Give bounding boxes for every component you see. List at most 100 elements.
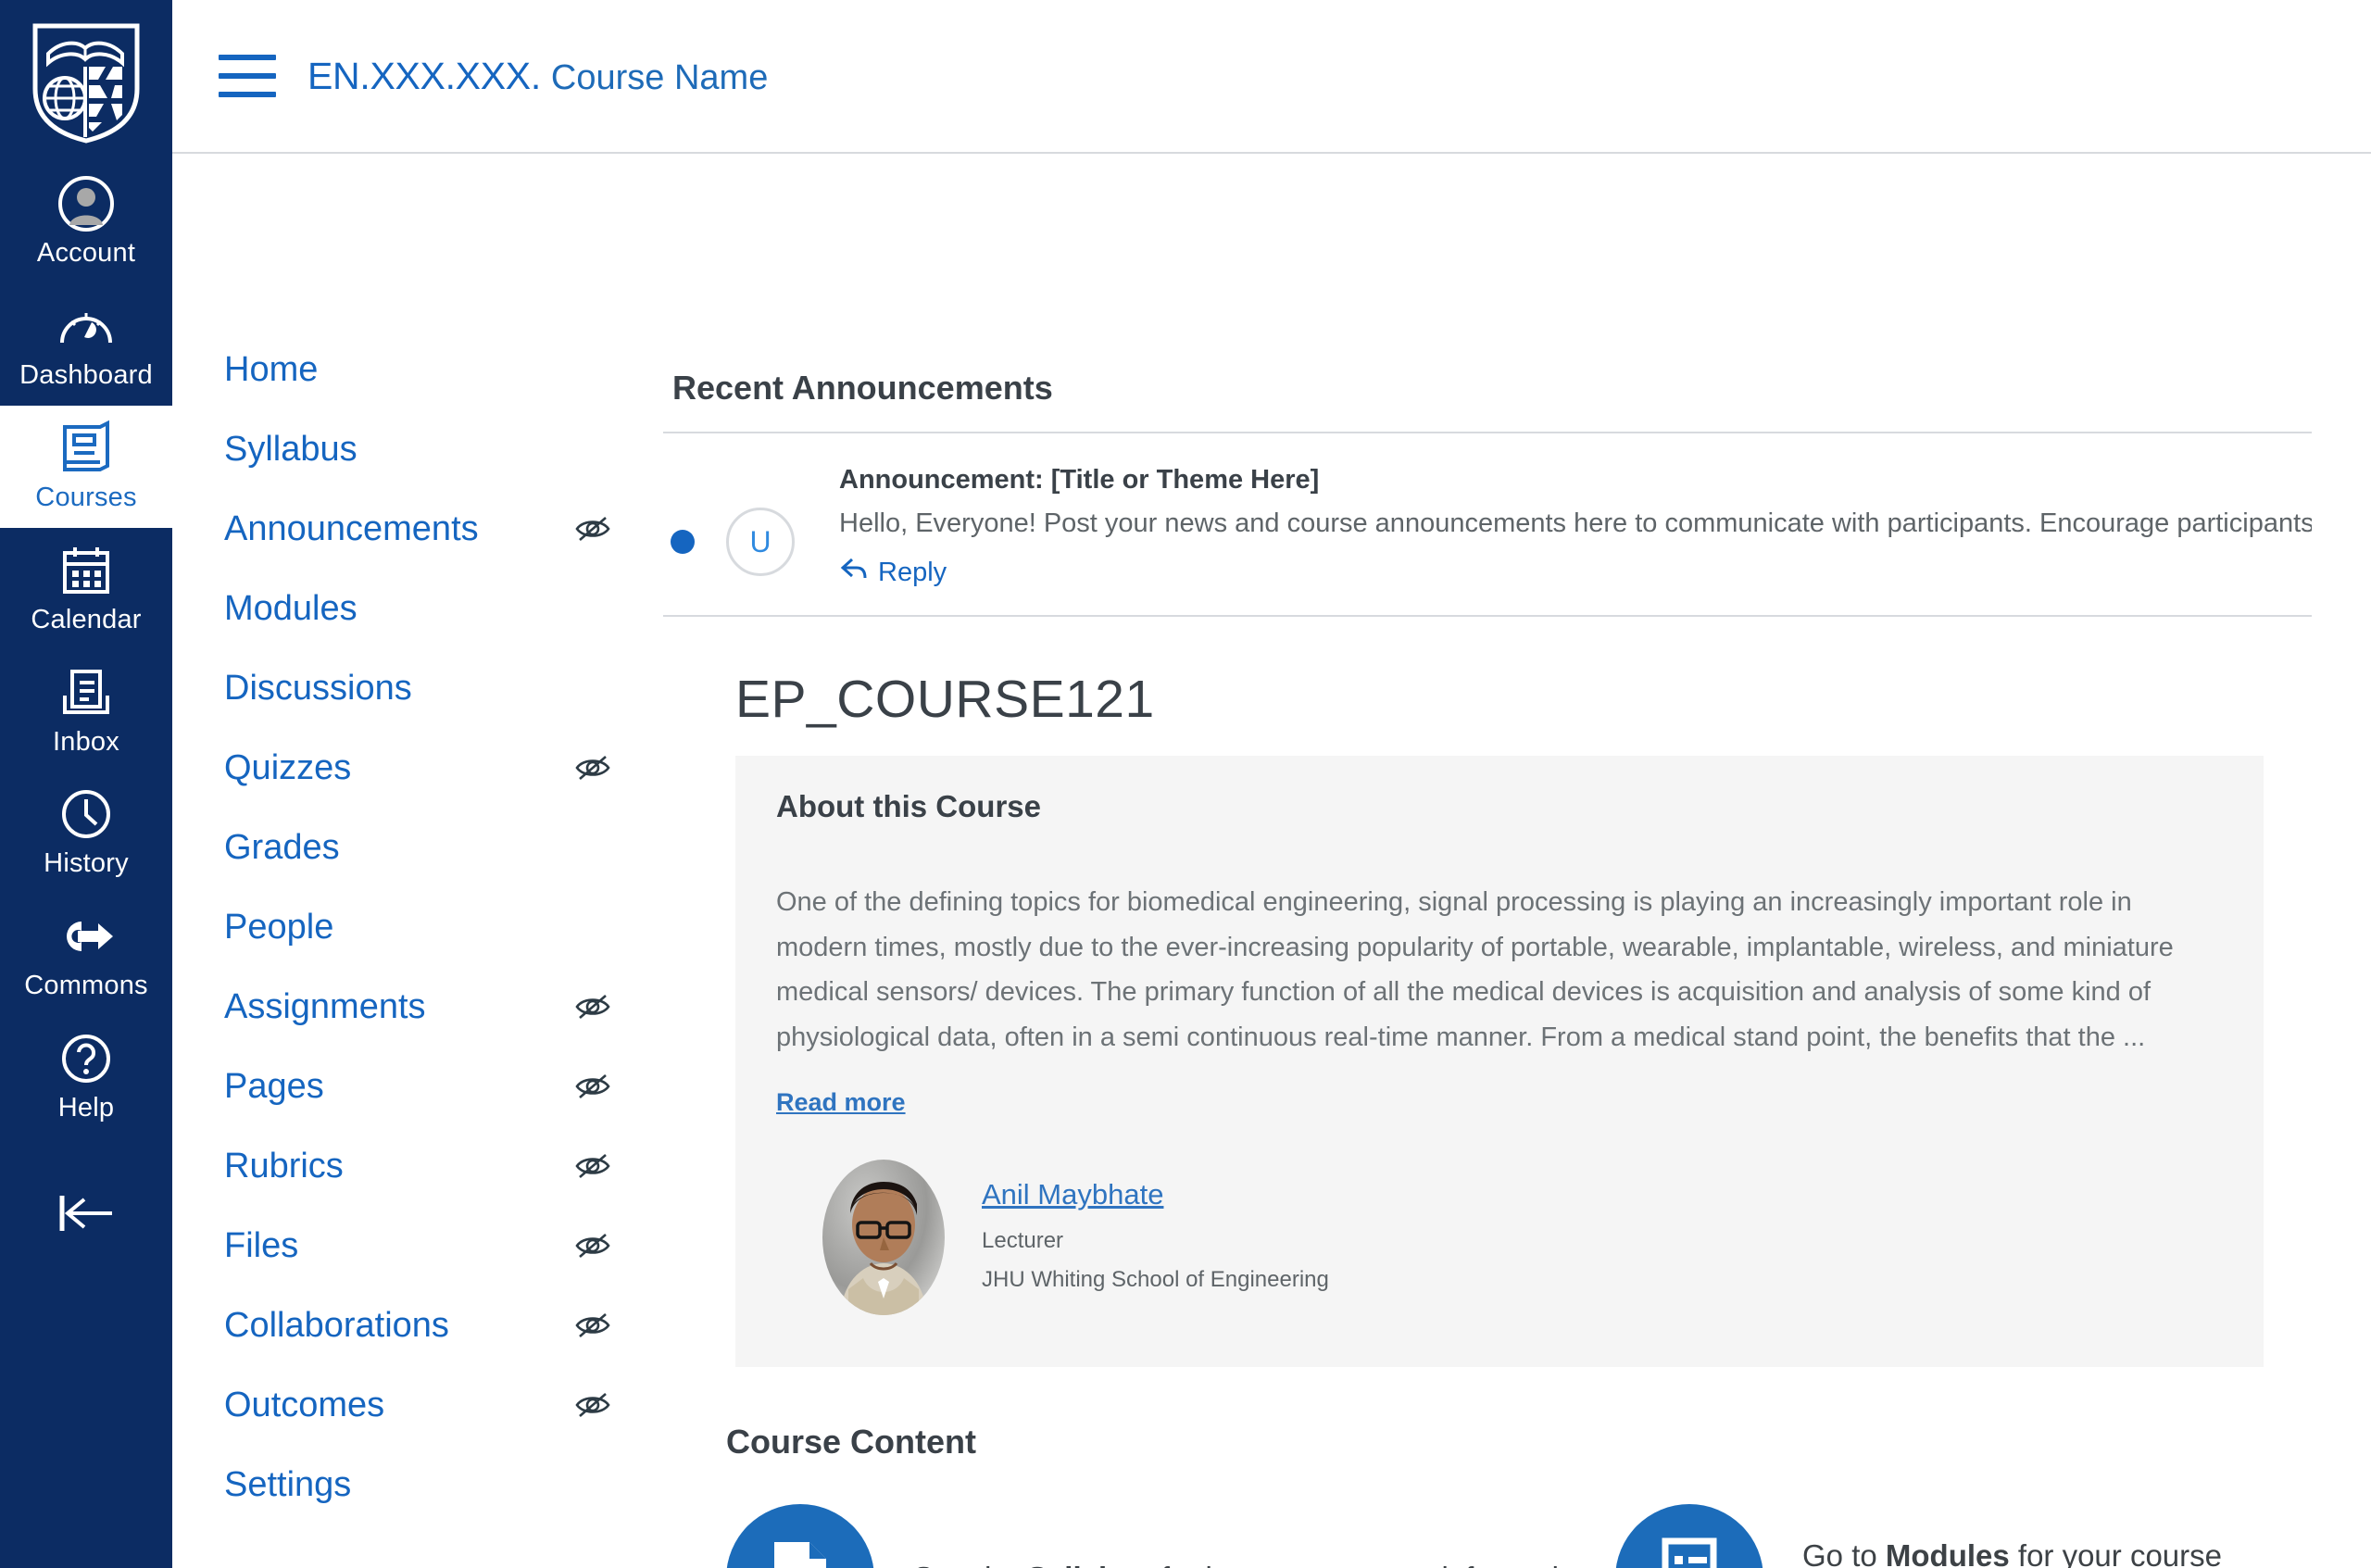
card-text-bold: Syllabus	[1027, 1561, 1153, 1568]
johns-hopkins-shield-logo[interactable]	[0, 13, 172, 161]
course-nav-label: Home	[224, 349, 319, 389]
course-nav-item-announcements[interactable]: Announcements	[172, 489, 663, 569]
eye-off-icon	[574, 1150, 611, 1182]
instructor-role: Lecturer	[982, 1227, 1064, 1253]
course-navigation: Home Syllabus Announcements Modules Disc…	[172, 154, 663, 1568]
announcement-subject: Announcement: [Title or Theme Here]	[839, 465, 1320, 495]
course-nav-label: Pages	[224, 1066, 324, 1106]
about-heading: About this Course	[776, 789, 1041, 823]
course-content-card-syllabus[interactable]: See the Syllabus for important course in…	[726, 1503, 1615, 1568]
instructor-card: Anil Maybhate Lecturer JHU Whiting Schoo…	[822, 1159, 2223, 1315]
announcement-excerpt: Hello, Everyone! Post your news and cour…	[839, 508, 2312, 538]
course-nav-label: Outcomes	[224, 1385, 385, 1424]
collapse-left-arrow-icon[interactable]	[0, 1181, 172, 1255]
course-nav-label: Rubrics	[224, 1146, 344, 1185]
course-nav-label: Assignments	[224, 986, 426, 1026]
content-row: Home Syllabus Announcements Modules Disc…	[172, 154, 2371, 1568]
announcement-row[interactable]: U Announcement: [Title or Theme Here] He…	[663, 433, 2312, 617]
global-nav-item-dashboard[interactable]: Dashboard	[0, 283, 172, 406]
hamburger-menu-icon[interactable]	[219, 55, 276, 97]
announcement-body: Announcement: [Title or Theme Here] Hell…	[839, 465, 2312, 589]
course-nav-item-quizzes[interactable]: Quizzes	[172, 728, 663, 808]
card-text-suffix: for important course information.	[1153, 1561, 1601, 1568]
course-nav-item-assignments[interactable]: Assignments	[172, 967, 663, 1047]
question-circle-icon	[59, 1029, 113, 1088]
card-text-prefix: Go to	[1802, 1538, 1886, 1568]
page-title: EP_COURSE121	[735, 670, 1155, 729]
eye-off-icon	[574, 1389, 611, 1421]
course-content-heading: Course Content	[726, 1422, 976, 1461]
breadcrumb-course-code[interactable]: EN.XXX.XXX.	[307, 55, 541, 98]
global-nav-item-history[interactable]: History	[0, 771, 172, 894]
global-nav-item-help[interactable]: Help	[0, 1016, 172, 1138]
card-text-bold: Modules	[1885, 1538, 2010, 1568]
course-content-card-modules[interactable]: Go to Modules for your course content an…	[1615, 1503, 2312, 1568]
course-nav-item-discussions[interactable]: Discussions	[172, 648, 663, 728]
top-bar: EN.XXX.XXX. Course Name	[172, 0, 2371, 154]
read-more-link[interactable]: Read more	[776, 1088, 906, 1117]
reply-arrow-icon	[839, 556, 869, 589]
eye-off-icon	[574, 1230, 611, 1261]
user-avatar-icon	[56, 174, 116, 233]
global-nav-item-commons[interactable]: Commons	[0, 894, 172, 1016]
course-content-cards: See the Syllabus for important course in…	[663, 1503, 2312, 1568]
clock-icon	[59, 784, 113, 844]
instructor-department: JHU Whiting School of Engineering	[982, 1266, 1329, 1292]
course-nav-label: Collaborations	[224, 1305, 449, 1345]
course-nav-item-files[interactable]: Files	[172, 1206, 663, 1286]
unread-indicator-dot	[671, 530, 695, 554]
document-page-icon	[726, 1503, 874, 1568]
about-body-text: One of the defining topics for biomedica…	[776, 887, 2174, 1053]
course-nav-item-outcomes[interactable]: Outcomes	[172, 1365, 663, 1445]
global-nav-label: Courses	[35, 482, 137, 512]
global-nav-item-courses[interactable]: Courses	[0, 405, 172, 528]
course-nav-label: Settings	[224, 1464, 352, 1504]
course-nav-item-collaborations[interactable]: Collaborations	[172, 1286, 663, 1365]
course-nav-item-people[interactable]: People	[172, 887, 663, 967]
global-nav-label: Dashboard	[19, 359, 153, 390]
course-nav-item-syllabus[interactable]: Syllabus	[172, 409, 663, 489]
recent-announcements-heading: Recent Announcements	[672, 369, 1053, 407]
global-nav-label: Help	[57, 1093, 115, 1123]
breadcrumb: EN.XXX.XXX. Course Name	[307, 55, 768, 98]
course-nav-label: Discussions	[224, 668, 412, 708]
global-nav-label: Calendar	[31, 604, 142, 634]
course-nav-label: Syllabus	[224, 429, 358, 469]
breadcrumb-course-name[interactable]: Course Name	[551, 58, 768, 98]
eye-off-icon	[574, 752, 611, 784]
eye-off-icon	[574, 513, 611, 545]
course-nav-label: Files	[224, 1225, 299, 1265]
course-nav-item-settings[interactable]: Settings	[172, 1445, 663, 1524]
global-nav-item-inbox[interactable]: Inbox	[0, 650, 172, 772]
eye-off-icon	[574, 1071, 611, 1102]
global-nav-label: Inbox	[53, 726, 119, 757]
main-content: Recent Announcements U Announcement: [Ti…	[663, 154, 2371, 1568]
calendar-icon	[59, 541, 113, 600]
course-nav-label: Modules	[224, 588, 358, 628]
course-nav-item-rubrics[interactable]: Rubrics	[172, 1126, 663, 1206]
app-root: Account Dashboard Courses Calendar Inbox…	[0, 0, 2371, 1568]
instructor-name-link[interactable]: Anil Maybhate	[982, 1178, 1163, 1211]
global-nav-item-account[interactable]: Account	[0, 161, 172, 283]
course-nav-item-pages[interactable]: Pages	[172, 1047, 663, 1126]
course-nav-label: Grades	[224, 827, 340, 867]
list-modules-icon	[1615, 1503, 1763, 1568]
course-nav-item-modules[interactable]: Modules	[172, 569, 663, 648]
right-pane: EN.XXX.XXX. Course Name Home Syllabus An…	[172, 0, 2371, 1568]
course-content-card-text: See the Syllabus for important course in…	[913, 1556, 1601, 1568]
reply-label: Reply	[878, 557, 947, 587]
eye-off-icon	[574, 991, 611, 1022]
global-navigation: Account Dashboard Courses Calendar Inbox…	[0, 0, 172, 1568]
course-nav-item-grades[interactable]: Grades	[172, 808, 663, 887]
avatar: U	[726, 508, 795, 576]
course-nav-label: Quizzes	[224, 747, 352, 787]
commons-arrow-icon	[57, 907, 115, 966]
course-content-card-text: Go to Modules for your course content an…	[1802, 1534, 2312, 1568]
card-text-prefix: See the	[913, 1561, 1027, 1568]
global-nav-label: Commons	[24, 971, 148, 1001]
global-nav-label: History	[44, 848, 129, 879]
reply-button[interactable]: Reply	[839, 556, 947, 589]
global-nav-item-calendar[interactable]: Calendar	[0, 528, 172, 650]
course-nav-item-home[interactable]: Home	[172, 330, 663, 409]
book-icon	[59, 419, 113, 478]
